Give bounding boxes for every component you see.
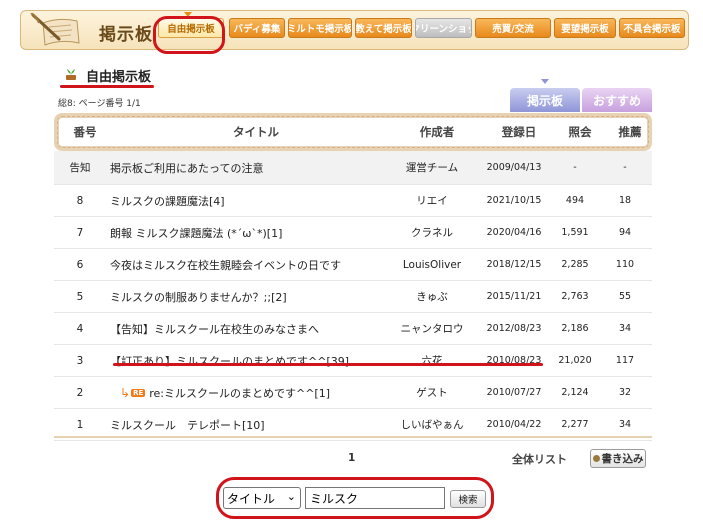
table-row: 3 【訂正あり】ミルスクールのまとめです^^[39] 六花 2010/08/23 21,… <box>54 345 652 377</box>
sprout-icon <box>66 69 76 80</box>
cell-title[interactable]: ミルスクの制服ありませんか？;;[2] <box>106 281 396 312</box>
nav-tab-1[interactable]: バディ募集 <box>229 18 285 38</box>
search-field-select[interactable]: タイトル ⌄ <box>223 487 301 509</box>
nav-tab-4[interactable]: スクリーンショット <box>415 18 472 38</box>
cell-views: 2,285 <box>561 259 589 270</box>
cell-rec: 18 <box>618 195 632 206</box>
search-input[interactable]: ミルスク <box>305 487 445 509</box>
cell-rec: 55 <box>618 291 632 302</box>
cell-author[interactable]: リエイ <box>384 185 480 216</box>
board-title: 掲示板 <box>99 25 153 45</box>
cell-views: - <box>573 162 577 173</box>
cell-author[interactable]: ニャンタロウ <box>384 313 480 344</box>
re-badge: RE <box>131 388 146 397</box>
cell-num: 告知 <box>69 162 91 174</box>
cell-views: 494 <box>565 195 585 206</box>
cell-rec: 110 <box>615 259 635 270</box>
nav-tab-0[interactable]: 自由掲示板 <box>158 18 224 38</box>
header-views: 照会 <box>568 125 592 139</box>
header-author: 作成者 <box>419 125 455 139</box>
cell-title[interactable]: ↳ RE re:ミルスクールのまとめです^^[1] <box>106 377 396 408</box>
cell-title[interactable]: ミルスクの課題魔法[4] <box>106 185 396 216</box>
cell-title[interactable]: 今夜はミルスク在校生親睦会イベントの日です <box>106 249 396 280</box>
table-row: 2 ↳ RE re:ミルスクールのまとめです^^[1] ゲスト 2010/07/27 2,1… <box>54 377 652 409</box>
tab-board[interactable]: 掲示板 <box>510 88 580 112</box>
cell-date: 2015/11/21 <box>486 291 542 302</box>
cell-date: 2010/07/27 <box>486 387 542 398</box>
highlight-underline-row <box>113 363 543 366</box>
cell-rec: - <box>623 162 627 173</box>
pagination-current-page[interactable]: 1 <box>348 452 355 464</box>
tab-recommend[interactable]: おすすめ <box>582 88 652 112</box>
list-all-link[interactable]: 全体リスト <box>512 451 567 467</box>
page-title: 自由掲示板 <box>86 70 152 85</box>
nav-tab-3[interactable]: 教えて掲示板 <box>355 18 412 38</box>
nav-tab-2[interactable]: ミルトモ掲示板 <box>288 18 352 38</box>
active-tab-arrow-icon <box>184 12 192 17</box>
cell-num: 8 <box>76 194 84 207</box>
cell-title-text[interactable]: re:ミルスクールのまとめです^^[1] <box>149 385 330 401</box>
table-bottom-border <box>54 436 652 438</box>
side-tab-arrow-icon <box>541 79 549 84</box>
write-icon <box>592 455 600 462</box>
search-button[interactable]: 検索 <box>450 490 486 508</box>
cell-author[interactable]: きゅぶ <box>384 281 480 312</box>
cell-views: 2,186 <box>561 323 589 334</box>
nav-tab-7[interactable]: 不具合掲示板 <box>619 18 685 38</box>
cell-rec: 34 <box>618 323 632 334</box>
cell-num: 7 <box>76 226 84 239</box>
nav-tab-5[interactable]: 売買/交流 <box>475 18 551 38</box>
cell-rec: 94 <box>618 227 632 238</box>
table-row: 5 ミルスクの制服ありませんか？;;[2] きゅぶ 2015/11/21 2,763 55 <box>54 281 652 313</box>
cell-date: 2021/10/15 <box>486 195 542 206</box>
post-table: 番号 タイトル 作成者 登録日 照会 推薦 告知 掲示板ご利用にあたっての注意 運営… <box>54 113 652 441</box>
cell-views: 21,020 <box>558 355 592 366</box>
cell-author[interactable]: LouisOliver <box>384 249 480 280</box>
cell-num: 3 <box>76 354 84 367</box>
cell-author[interactable]: クラネル <box>384 217 480 248</box>
cell-title[interactable]: 朗報 ミルスク課題魔法 (*´ω`*)[1] <box>106 217 396 248</box>
table-row: 6 今夜はミルスク在校生親睦会イベントの日です LouisOliver 2018/12… <box>54 249 652 281</box>
table-header: 番号 タイトル 作成者 登録日 照会 推薦 <box>54 113 652 151</box>
cell-date: 2010/08/23 <box>486 355 542 366</box>
cell-num: 6 <box>76 258 84 271</box>
cell-views: 2,124 <box>561 387 589 398</box>
header-num: 番号 <box>73 125 97 139</box>
cell-title[interactable]: 【訂正あり】ミルスクールのまとめです^^[39] <box>106 345 396 376</box>
cell-author[interactable]: 六花 <box>384 345 480 376</box>
highlight-underline-title <box>60 85 154 88</box>
write-button-label: 書き込み <box>601 453 644 465</box>
cell-num: 5 <box>76 290 84 303</box>
header-date: 登録日 <box>501 125 537 139</box>
header-title: タイトル <box>233 125 279 139</box>
cell-author[interactable]: ゲスト <box>384 377 480 408</box>
cell-views: 1,591 <box>561 227 589 238</box>
table-row: 4 【告知】ミルスクール在校生のみなさまへ ニャンタロウ 2012/08/23 2,18… <box>54 313 652 345</box>
cell-date: 2018/12/15 <box>486 259 542 270</box>
cell-title[interactable]: 掲示板ご利用にあたっての注意 <box>106 151 396 184</box>
reply-icon: ↳ RE <box>120 385 146 400</box>
cell-num: 2 <box>76 386 84 399</box>
cell-title[interactable]: 【告知】ミルスクール在校生のみなさまへ <box>106 313 396 344</box>
notice-row: 告知 掲示板ご利用にあたっての注意 運営チーム 2009/04/13 - - <box>54 151 652 185</box>
cell-num: 4 <box>76 322 84 335</box>
write-button[interactable]: 書き込み <box>590 449 646 468</box>
nav-tab-6[interactable]: 要望掲示板 <box>554 18 616 38</box>
page-info: 総8: ページ番号 1/1 <box>58 99 141 109</box>
table-row: 7 朗報 ミルスク課題魔法 (*´ω`*)[1] クラネル 2020/04/16 1,5… <box>54 217 652 249</box>
chevron-down-icon: ⌄ <box>286 490 296 503</box>
table-row: 8 ミルスクの課題魔法[4] リエイ 2021/10/15 494 18 <box>54 185 652 217</box>
cell-date: 2020/04/16 <box>486 227 542 238</box>
cell-date: 2009/04/13 <box>486 162 542 173</box>
cell-date: 2012/08/23 <box>486 323 542 334</box>
search-field-value: タイトル <box>227 491 276 506</box>
reply-arrow-icon: ↳ <box>120 385 131 400</box>
cell-rec: 117 <box>615 355 635 366</box>
cell-author[interactable]: 運営チーム <box>384 151 480 184</box>
cell-rec: 32 <box>618 387 632 398</box>
header-rec: 推薦 <box>618 125 642 139</box>
cell-views: 2,763 <box>561 291 589 302</box>
quill-scroll-icon <box>30 13 80 46</box>
